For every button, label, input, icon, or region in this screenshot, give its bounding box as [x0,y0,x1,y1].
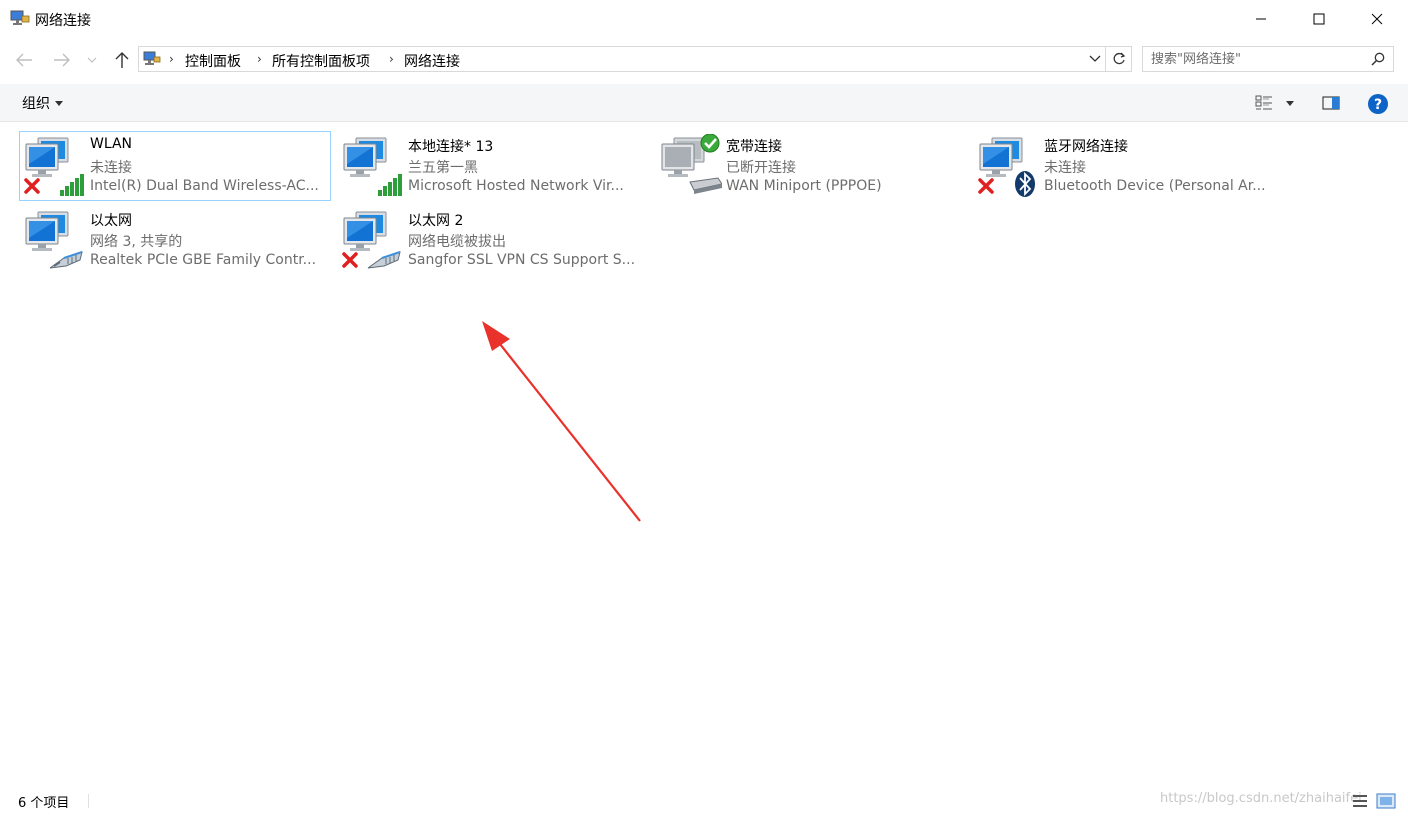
recent-locations-button[interactable] [82,48,102,72]
refresh-icon [1113,52,1125,65]
navigation-bar: › 控制面板 › 所有控制面板项 › 网络连接 [0,38,1408,82]
connection-tile-ethernet-2[interactable]: 以太网 2 网络电缆被拔出 Sangfor SSL VPN CS Support… [337,205,649,275]
large-icons-view-icon[interactable] [1376,793,1396,809]
breadcrumb-separator[interactable]: › [257,52,262,66]
connection-tile-bluetooth[interactable]: 蓝牙网络连接 未连接 Bluetooth Device (Personal Ar… [973,131,1285,201]
connection-status: 网络电缆被拔出 [408,234,506,250]
caret-down-icon [55,100,63,106]
connection-name: 宽带连接 [726,139,782,155]
window-title: 网络连接 [35,13,91,29]
connection-status: 未连接 [1044,160,1086,176]
command-bar: 组织 ? [0,84,1408,122]
bluetooth-adapter-icon [978,137,1035,197]
network-connections-icon [10,10,30,25]
connection-status: 已断开连接 [726,160,796,176]
ethernet-adapter-icon [25,211,83,269]
connection-device: Bluetooth Device (Personal Ar... [1044,178,1266,194]
connections-list: WLAN 未连接 Intel(R) Dual Band Wireless-AC.… [0,123,1408,785]
view-options-dropdown[interactable] [1282,92,1298,114]
minimize-button[interactable] [1232,0,1290,38]
connection-tile-broadband[interactable]: 宽带连接 已断开连接 WAN Miniport (PPPOE) [655,131,967,201]
breadcrumb-separator[interactable]: › [389,52,394,66]
tiles-view-icon [1255,95,1272,110]
broadband-modem-icon [661,134,722,194]
arrow-right-icon [54,53,70,67]
ethernet-adapter-icon [342,211,401,269]
organize-menu-button[interactable]: 组织 [16,92,69,114]
title-bar: 网络连接 [0,0,1408,38]
connection-status: 未连接 [90,160,132,176]
preview-pane-button[interactable] [1318,92,1344,114]
connection-status: 网络 3, 共享的 [90,234,183,250]
wifi-adapter-icon [24,137,84,196]
maximize-icon [1313,13,1325,25]
arrow-up-icon [115,52,129,68]
address-bar[interactable]: › 控制面板 › 所有控制面板项 › 网络连接 [138,46,1106,72]
connection-name: 以太网 [90,213,132,229]
preview-pane-icon [1322,96,1340,110]
annotation-arrow [482,321,641,522]
connection-tile-wlan[interactable]: WLAN 未连接 Intel(R) Dual Band Wireless-AC.… [19,131,331,201]
watermark-text: https://blog.csdn.net/zhaihaifei [1160,791,1362,806]
connection-device: WAN Miniport (PPPOE) [726,178,882,194]
network-connections-icon [143,51,161,65]
connection-device: Sangfor SSL VPN CS Support S... [408,252,636,268]
address-history-dropdown[interactable] [1084,46,1106,72]
status-bar: 6 个项目 https://blog.csdn.net/zhaihaifei [0,786,1408,816]
minimize-icon [1256,18,1266,20]
connection-device: Microsoft Hosted Network Vir... [408,178,624,194]
organize-label: 组织 [22,96,50,112]
breadcrumb-all-items[interactable]: 所有控制面板项 [272,51,370,71]
refresh-button[interactable] [1106,46,1132,72]
back-button[interactable] [12,48,36,72]
search-input[interactable] [1151,50,1361,68]
help-icon: ? [1368,94,1388,114]
connection-name: WLAN [90,136,133,152]
up-button[interactable] [110,48,134,72]
chevron-down-icon [1089,55,1101,62]
details-view-icon[interactable] [1352,793,1368,809]
maximize-button[interactable] [1290,0,1348,38]
close-button[interactable] [1348,0,1406,38]
connection-name: 以太网 2 [408,213,464,229]
connection-status: 兰五第一黑 [408,160,478,176]
chevron-down-icon [87,57,97,63]
connection-name: 蓝牙网络连接 [1044,139,1128,155]
connection-name: 本地连接* 13 [408,139,494,155]
connection-device: Realtek PCIe GBE Family Contr... [90,252,317,268]
svg-text:?: ? [1374,97,1382,113]
search-icon[interactable] [1371,52,1385,66]
help-button[interactable]: ? [1366,92,1390,116]
item-count: 6 个项目 [18,796,70,811]
breadcrumb-separator[interactable]: › [169,52,174,66]
caret-down-icon [1286,100,1294,106]
connection-device: Intel(R) Dual Band Wireless-AC... [90,178,319,194]
change-view-button[interactable] [1252,92,1276,114]
arrow-left-icon [16,53,32,67]
status-divider [88,794,89,808]
wifi-adapter-icon [343,137,402,196]
connection-tile-local-13[interactable]: 本地连接* 13 兰五第一黑 Microsoft Hosted Network … [337,131,649,201]
breadcrumb-network-connections[interactable]: 网络连接 [404,51,460,71]
search-box[interactable] [1142,46,1394,72]
forward-button[interactable] [50,48,74,72]
breadcrumb-control-panel[interactable]: 控制面板 [185,51,241,71]
connection-tile-ethernet[interactable]: 以太网 网络 3, 共享的 Realtek PCIe GBE Family Co… [19,205,331,275]
close-icon [1371,13,1383,25]
